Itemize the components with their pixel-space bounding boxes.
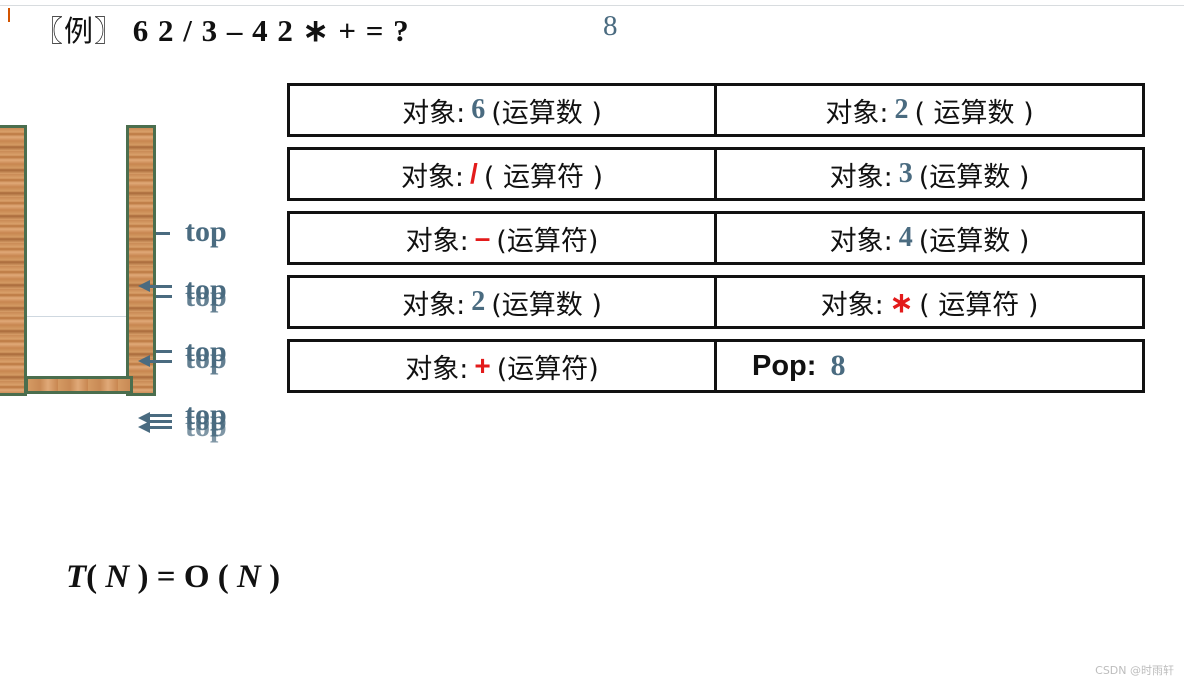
top-pointer-line	[148, 420, 172, 423]
table-row: 对象: + (运算符) Pop: 8	[287, 339, 1145, 393]
step-cell: 对象: – (运算符)	[287, 211, 717, 265]
cursor-marker	[8, 8, 10, 22]
step-cell: 对象: 3 (运算数 )	[717, 147, 1145, 201]
top-pointer-line	[156, 295, 172, 298]
table-row: 对象: 6 (运算数 ) 对象: 2 ( 运算数 )	[287, 83, 1145, 137]
step-cell: 对象: + (运算符)	[287, 339, 717, 393]
top-label: top	[185, 215, 227, 248]
object-label: 对象:	[829, 161, 893, 193]
top-pointer-line	[148, 426, 172, 429]
step-cell: 对象: 2 ( 运算数 )	[717, 83, 1145, 137]
stack-bottom	[25, 376, 133, 394]
object-label: 对象:	[820, 289, 884, 321]
stack-level-line	[27, 316, 126, 317]
step-kind: ( 运算数 )	[914, 97, 1034, 129]
top-label: top	[185, 280, 227, 313]
step-value: +	[474, 350, 491, 381]
object-label: 对象:	[829, 225, 893, 257]
step-cell: 对象: ∗ ( 运算符 )	[717, 275, 1145, 329]
table-row: 对象: / ( 运算符 ) 对象: 3 (运算数 )	[287, 147, 1145, 201]
step-kind: (运算数 )	[918, 161, 1030, 193]
pop-label: Pop:	[752, 349, 817, 382]
formula-paren: (	[217, 559, 229, 595]
pop-value: 8	[830, 349, 846, 382]
complexity-formula: T( N ) = O ( N )	[66, 559, 280, 596]
formula-O: O	[183, 559, 210, 595]
formula-N: N	[105, 559, 130, 595]
table-row: 对象: 2 (运算数 ) 对象: ∗ ( 运算符 )	[287, 275, 1145, 329]
top-divider	[0, 5, 1184, 6]
step-cell: 对象: 4 (运算数 )	[717, 211, 1145, 265]
step-cell: 对象: 6 (运算数 )	[287, 83, 717, 137]
formula-equals: =	[156, 559, 176, 595]
step-cell: 对象: 2 (运算数 )	[287, 275, 717, 329]
step-kind: ( 运算符 )	[483, 161, 604, 193]
pop-cell: Pop: 8	[717, 339, 1145, 393]
example-title: 〖例〗 6 2 / 3 – 4 2 ∗ + = ?	[34, 8, 410, 50]
object-label: 对象:	[400, 161, 465, 193]
table-row: 对象: – (运算符) 对象: 4 (运算数 )	[287, 211, 1145, 265]
step-cell: 对象: / ( 运算符 )	[287, 147, 717, 201]
step-kind: (运算数 )	[918, 225, 1030, 257]
object-label: 对象:	[825, 97, 889, 129]
step-value: 6	[471, 94, 486, 125]
step-value: 2	[471, 286, 486, 317]
top-pointer-line	[148, 285, 172, 288]
top-arrow-icon	[138, 421, 150, 433]
watermark: CSDN @时雨轩	[1095, 664, 1174, 677]
top-pointer-line	[156, 350, 172, 353]
top-label: top	[185, 410, 227, 443]
stack-left-wall	[0, 125, 27, 396]
step-kind: (运算数 )	[491, 97, 602, 129]
example-prefix: 〖例〗	[34, 14, 125, 48]
step-value: 2	[894, 94, 909, 125]
object-label: 对象:	[402, 289, 466, 321]
object-label: 对象:	[405, 353, 469, 385]
formula-paren: )	[137, 559, 149, 595]
formula-paren: (	[86, 559, 98, 595]
top-arrow-icon	[138, 280, 150, 292]
step-value: 3	[898, 158, 913, 189]
step-kind: (运算符)	[496, 225, 599, 257]
step-value: /	[470, 158, 478, 189]
object-label: 对象:	[405, 225, 469, 257]
top-pointer-line	[148, 360, 172, 363]
step-kind: (运算符)	[496, 353, 599, 385]
top-arrow-icon	[138, 355, 150, 367]
formula-T: T	[66, 559, 87, 595]
formula-paren: )	[269, 559, 281, 595]
postfix-expression: 6 2 / 3 – 4 2 ∗ + = ?	[132, 13, 410, 48]
step-value: –	[474, 222, 491, 253]
formula-N: N	[237, 559, 261, 595]
top-pointer-line	[156, 232, 170, 235]
step-kind: (运算数 )	[491, 289, 602, 321]
object-label: 对象:	[402, 97, 466, 129]
top-label: top	[185, 342, 227, 375]
step-value: ∗	[889, 286, 914, 318]
step-value: 4	[898, 222, 913, 253]
step-kind: ( 运算符 )	[919, 289, 1039, 321]
answer-value: 8	[603, 10, 618, 42]
top-pointer-line	[148, 414, 172, 417]
